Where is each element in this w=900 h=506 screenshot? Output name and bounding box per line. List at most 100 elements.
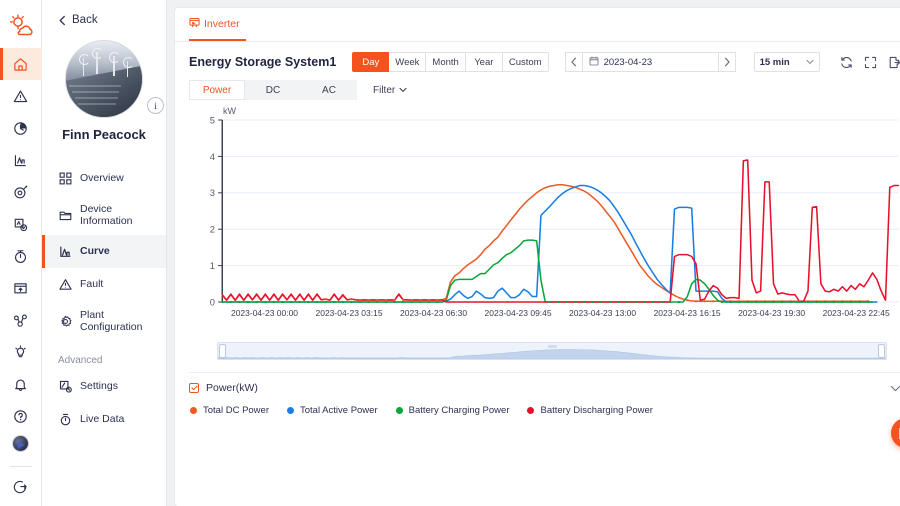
svg-text:2023-04-23 19:30: 2023-04-23 19:30: [738, 308, 805, 318]
legend-label: Battery Discharging Power: [540, 405, 653, 416]
range-segmented-control: Day Week Month Year Custom: [352, 52, 549, 72]
curve-card: Inverter Energy Storage System1 Day Week…: [175, 8, 900, 506]
sidebar-item-label: Device Information: [80, 202, 133, 227]
check-icon[interactable]: [189, 383, 199, 393]
chevron-down-icon[interactable]: [890, 385, 900, 392]
rail-item-home[interactable]: [0, 48, 42, 80]
filter-button[interactable]: Filter: [373, 85, 407, 96]
chart-legend-panel: Power(kW) Total DC Power Total Active Po…: [189, 372, 900, 416]
sidebar-item-curve[interactable]: Curve: [42, 235, 166, 268]
nav-section-label: Advanced: [58, 355, 103, 366]
date-input[interactable]: 2023-04-23: [582, 52, 718, 72]
range-day[interactable]: Day: [352, 52, 390, 72]
main-content: Inverter Energy Storage System1 Day Week…: [167, 0, 900, 506]
svg-text:0: 0: [210, 298, 215, 308]
legend-item-battery-discharging-power[interactable]: Battery Discharging Power: [527, 405, 653, 416]
svg-text:1: 1: [210, 261, 215, 271]
calendar-icon: [589, 53, 599, 71]
zoom-handle-left[interactable]: [219, 344, 226, 358]
range-custom[interactable]: Custom: [502, 52, 549, 72]
legend-item-total-dc-power[interactable]: Total DC Power: [190, 405, 269, 416]
tab-power[interactable]: Power: [189, 80, 245, 100]
logout-icon[interactable]: [13, 479, 28, 494]
filter-label: Filter: [373, 84, 396, 96]
rail-item-upload[interactable]: [0, 272, 42, 304]
chart-canvas[interactable]: 0 1 2 3 4 5 2023-04-23 00:00 2023-04-23 03:15 20…: [187, 106, 900, 331]
legend-label: Battery Charging Power: [408, 405, 510, 416]
rail-item-history[interactable]: [0, 112, 42, 144]
sidebar-item-device-information[interactable]: Device Information: [42, 195, 166, 235]
rail-item-alarm[interactable]: [0, 80, 42, 112]
export-icon[interactable]: [888, 56, 900, 69]
svg-text:4: 4: [210, 152, 215, 162]
range-year[interactable]: Year: [465, 52, 503, 72]
interval-value: 15 min: [759, 56, 790, 68]
avatar[interactable]: i: [42, 40, 166, 118]
tab-ac[interactable]: AC: [301, 80, 357, 100]
device-tabbar: Inverter: [175, 8, 900, 42]
legend-color-dot: [395, 407, 403, 414]
rail-item-notifications[interactable]: [0, 368, 42, 400]
chart-tool-icons: [840, 56, 900, 69]
avatar-info-badge[interactable]: i: [147, 97, 164, 114]
back-label: Back: [72, 14, 98, 26]
sidebar-item-fault[interactable]: Fault: [42, 268, 166, 301]
date-navigator: 2023-04-23: [564, 52, 736, 72]
legend-color-dot: [190, 407, 197, 414]
user-name: Finn Peacock: [62, 127, 146, 142]
sun-cloud-logo-icon: [8, 12, 34, 38]
rail-item-nodes[interactable]: [0, 304, 42, 336]
interval-select[interactable]: 15 min: [753, 52, 820, 72]
sidebar-item-label: Live Data: [80, 413, 125, 426]
sidebar-item-overview[interactable]: Overview: [42, 162, 166, 195]
chart-zoom-slider[interactable]: [217, 342, 887, 360]
sidebar-item-plant-configuration[interactable]: Plant Configuration: [42, 301, 166, 341]
y-axis-unit-label: kW: [223, 106, 236, 116]
range-week[interactable]: Week: [389, 52, 427, 72]
svg-text:2: 2: [210, 225, 215, 235]
zoom-handle-right[interactable]: [877, 344, 885, 358]
chevron-left-icon: [58, 15, 67, 26]
rail-item-report[interactable]: [0, 144, 42, 176]
gear-icon: [58, 314, 72, 328]
refresh-icon[interactable]: [840, 56, 853, 69]
fullscreen-icon[interactable]: [864, 56, 877, 69]
legend-item-total-active-power[interactable]: Total Active Power: [287, 405, 378, 416]
sidebar-item-live-data[interactable]: Live Data: [42, 403, 166, 436]
range-month[interactable]: Month: [426, 52, 466, 72]
curve-chart-icon: [58, 245, 72, 259]
svg-text:3: 3: [210, 188, 215, 198]
rail-item-device-check[interactable]: [0, 208, 42, 240]
svg-text:2023-04-23 13:00: 2023-04-23 13:00: [569, 308, 636, 318]
group-toggle[interactable]: Power(kW): [189, 382, 258, 394]
settings-sliders-icon: [58, 380, 72, 394]
app-root: Back i Finn Peacock Overview Device Info…: [0, 0, 900, 506]
avatar-image: [65, 40, 143, 118]
tab-dc[interactable]: DC: [245, 80, 301, 100]
svg-text:2023-04-23 00:00: 2023-04-23 00:00: [231, 308, 298, 318]
svg-text:2023-04-23 22:45: 2023-04-23 22:45: [823, 308, 890, 318]
next-date-button[interactable]: [717, 52, 736, 72]
warning-triangle-icon: [58, 278, 72, 292]
power-chart: kW 0 1 2 3 4 5 2023-04-23 00:00 2023-04-23 03:1…: [187, 106, 900, 366]
sidebar-item-label: Curve: [80, 245, 110, 258]
icon-rail: [0, 0, 42, 506]
legend-item-battery-charging-power[interactable]: Battery Charging Power: [395, 405, 510, 416]
nav-list: Overview Device Information Curve Fault: [42, 162, 166, 436]
rail-item-target[interactable]: [0, 176, 42, 208]
sidebar-item-settings[interactable]: Settings: [42, 370, 166, 403]
rail-item-timer[interactable]: [0, 240, 42, 272]
prev-date-button[interactable]: [564, 52, 583, 72]
date-value: 2023-04-23: [603, 56, 653, 68]
back-button[interactable]: Back: [42, 0, 166, 26]
user-avatar-icon[interactable]: [12, 435, 29, 452]
chart-toolbar: Energy Storage System1 Day Week Month Ye…: [175, 42, 900, 72]
legend-color-dot: [527, 407, 535, 414]
svg-text:2023-04-23 06:30: 2023-04-23 06:30: [400, 308, 467, 318]
rail-item-help[interactable]: [0, 400, 42, 432]
tab-inverter[interactable]: Inverter: [189, 8, 246, 41]
rail-item-bulb[interactable]: [0, 336, 42, 368]
chart-legend: Total DC Power Total Active Power Batter…: [189, 405, 900, 416]
left-nav-panel: Back i Finn Peacock Overview Device Info…: [42, 0, 167, 506]
metric-subtabs: Power DC AC Filter: [175, 72, 900, 100]
